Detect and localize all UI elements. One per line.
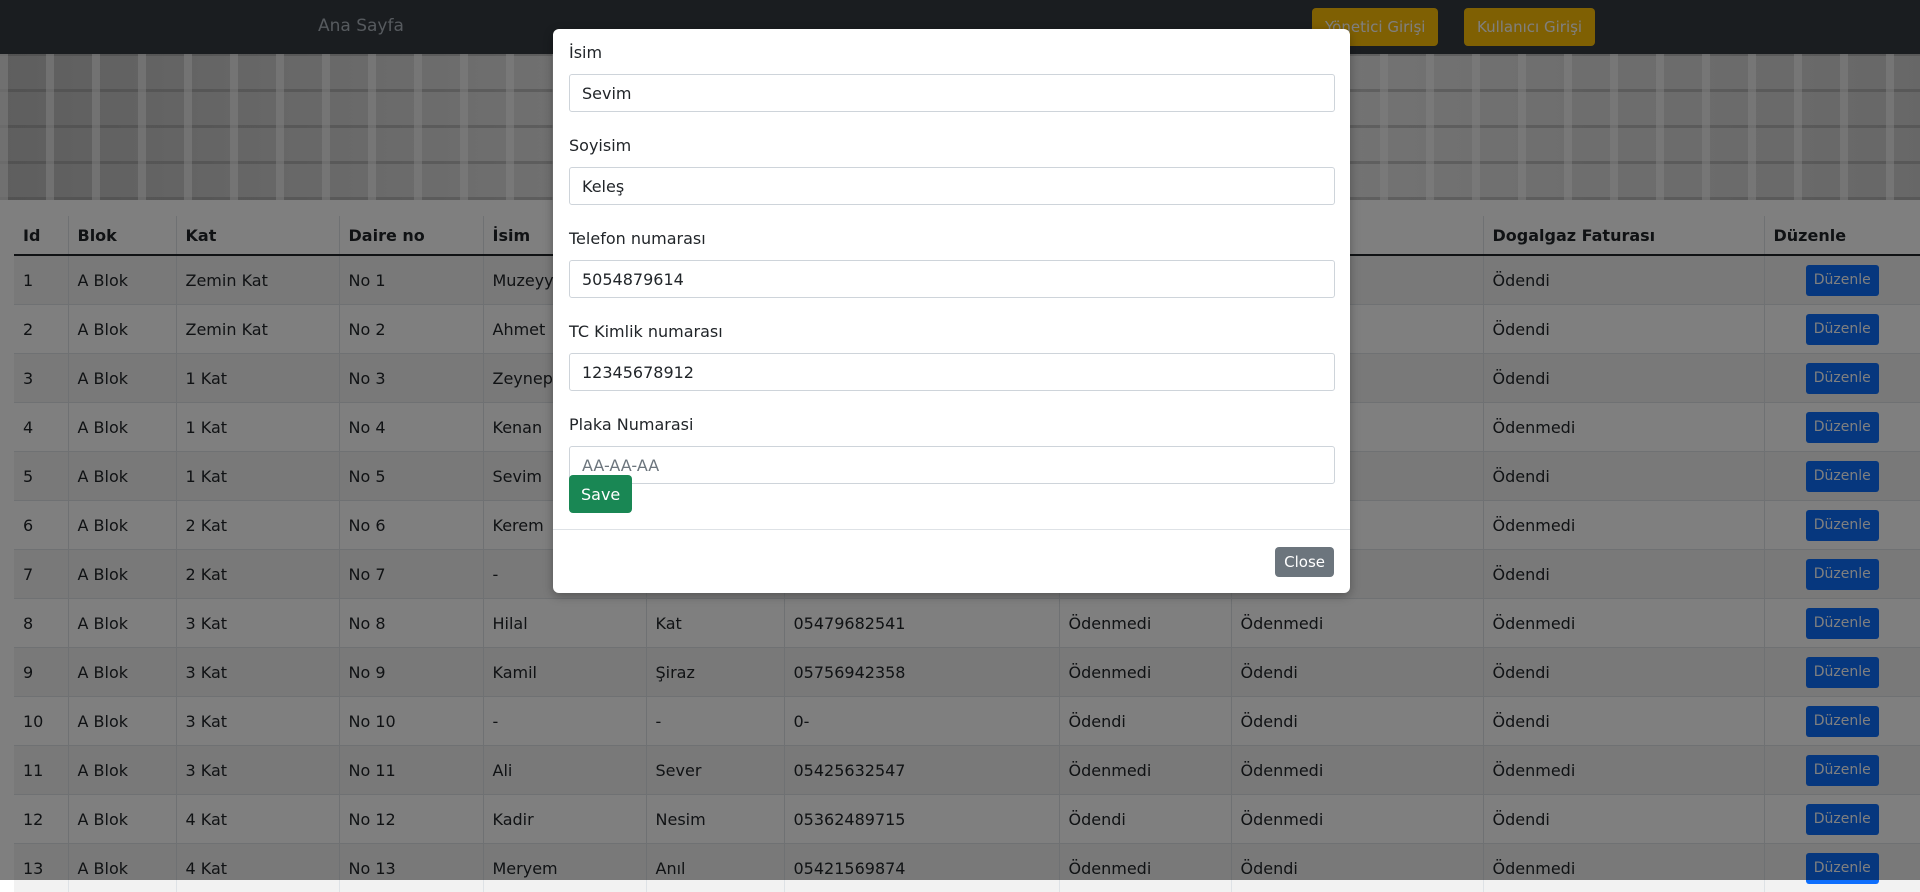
tc-id-label: TC Kimlik numarası — [569, 322, 1335, 342]
phone-input[interactable] — [569, 260, 1335, 298]
tc-id-input[interactable] — [569, 353, 1335, 391]
last-name-label: Soyisim — [569, 136, 1335, 156]
modal-body: İsim Soyisim Telefon numarası TC Kimlik … — [569, 43, 1335, 508]
plate-number-input[interactable] — [569, 446, 1335, 484]
modal-footer: Close — [553, 529, 1350, 594]
last-name-input[interactable] — [569, 167, 1335, 205]
save-button[interactable]: Save — [569, 475, 632, 513]
plate-number-label: Plaka Numarasi — [569, 415, 1335, 435]
first-name-label: İsim — [569, 43, 1335, 63]
first-name-input[interactable] — [569, 74, 1335, 112]
phone-label: Telefon numarası — [569, 229, 1335, 249]
edit-resident-modal: İsim Soyisim Telefon numarası TC Kimlik … — [553, 29, 1350, 593]
close-button[interactable]: Close — [1275, 547, 1334, 577]
